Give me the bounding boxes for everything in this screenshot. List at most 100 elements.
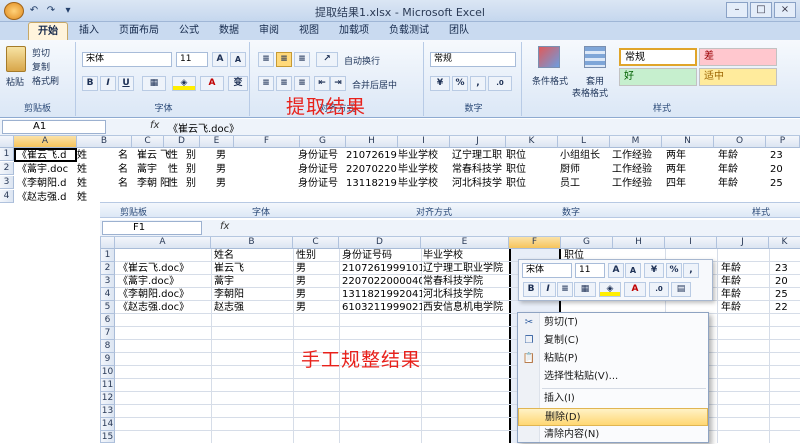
- cell[interactable]: 小组组长: [560, 149, 600, 162]
- cell[interactable]: 男: [216, 163, 226, 176]
- mini-fill-color-icon[interactable]: ◈: [599, 282, 621, 297]
- name-box-top[interactable]: A1: [2, 120, 106, 134]
- col-header[interactable]: E: [200, 136, 234, 148]
- cell[interactable]: 21072619: [346, 149, 398, 162]
- orientation-icon[interactable]: ↗: [316, 52, 338, 67]
- font-color-button[interactable]: A: [200, 76, 224, 91]
- col-header[interactable]: C: [132, 136, 164, 148]
- cell[interactable]: 工作经验: [612, 163, 652, 176]
- col-header[interactable]: D: [164, 136, 200, 148]
- tab-review[interactable]: 审阅: [250, 22, 288, 40]
- row-header[interactable]: 3: [0, 176, 14, 189]
- mini-percent-button[interactable]: %: [666, 263, 682, 278]
- cell[interactable]: 身份证号: [298, 149, 338, 162]
- cell[interactable]: 性: [168, 177, 178, 190]
- row-header[interactable]: 3: [101, 275, 115, 288]
- row-header[interactable]: 4: [101, 288, 115, 301]
- menu-item-copy[interactable]: ❐ 复制(C): [518, 332, 708, 350]
- cell[interactable]: 姓: [77, 177, 87, 190]
- col-header[interactable]: B: [211, 237, 293, 249]
- row-header[interactable]: 9: [101, 353, 115, 366]
- tab-data[interactable]: 数据: [210, 22, 248, 40]
- align-left-icon[interactable]: ≡: [258, 76, 274, 91]
- cell-header[interactable]: 性别: [296, 249, 316, 262]
- cell[interactable]: 河北科技学: [452, 177, 506, 190]
- row-header[interactable]: 1: [101, 249, 115, 262]
- col-header[interactable]: K: [506, 136, 558, 148]
- cell[interactable]: 《赵志强.doc》: [118, 301, 210, 314]
- name-box-bottom[interactable]: F1: [102, 221, 202, 235]
- style-bad[interactable]: 差: [699, 48, 777, 66]
- fx-icon[interactable]: fx: [150, 120, 159, 131]
- cell[interactable]: 《崔云飞.doc》: [118, 262, 210, 275]
- cell[interactable]: 身份证号: [298, 163, 338, 176]
- cell[interactable]: 性: [168, 163, 178, 176]
- cell[interactable]: 蒿宇: [137, 163, 157, 176]
- cell[interactable]: 工作经验: [612, 177, 652, 190]
- col-header[interactable]: I: [665, 237, 717, 249]
- cell[interactable]: 年龄: [718, 163, 738, 176]
- cell[interactable]: 别: [186, 177, 196, 190]
- cell[interactable]: 《蒿宇.doc: [17, 163, 77, 176]
- decrease-indent-icon[interactable]: ⇤: [314, 76, 330, 91]
- mini-shrink-font-button[interactable]: A: [625, 263, 641, 278]
- close-button[interactable]: ×: [774, 2, 796, 18]
- cell[interactable]: 20: [775, 275, 788, 288]
- cell[interactable]: 23: [770, 149, 783, 162]
- font-name-combo[interactable]: 宋体: [82, 52, 172, 67]
- cell[interactable]: 年龄: [721, 288, 741, 301]
- cell[interactable]: 厨师: [560, 163, 580, 176]
- cell[interactable]: 两年: [666, 163, 686, 176]
- cell[interactable]: 工作经验: [612, 149, 652, 162]
- tab-team[interactable]: 团队: [440, 22, 478, 40]
- row-header[interactable]: 15: [101, 431, 115, 443]
- phonetic-button[interactable]: 变: [228, 76, 248, 91]
- cell[interactable]: 职位: [506, 163, 526, 176]
- cell[interactable]: 男: [216, 149, 226, 162]
- tab-page-layout[interactable]: 页面布局: [110, 22, 168, 40]
- row-header[interactable]: 1: [0, 148, 14, 161]
- merge-center-button[interactable]: 合并后居中: [352, 78, 397, 91]
- cell[interactable]: 毕业学校: [398, 177, 438, 190]
- mini-comma-button[interactable]: ,: [683, 263, 699, 278]
- cell[interactable]: 25: [770, 177, 783, 190]
- col-header[interactable]: K: [769, 237, 800, 249]
- style-good[interactable]: 好: [619, 68, 697, 86]
- cell-header[interactable]: 身份证号码: [342, 249, 392, 262]
- row-header[interactable]: 14: [101, 418, 115, 431]
- cell[interactable]: 13118219: [346, 177, 398, 190]
- cell[interactable]: 年龄: [721, 301, 741, 314]
- cell[interactable]: 年龄: [721, 275, 741, 288]
- cell[interactable]: 《蒿宇.doc》: [118, 275, 210, 288]
- row-header[interactable]: 12: [101, 392, 115, 405]
- tab-formulas[interactable]: 公式: [170, 22, 208, 40]
- currency-icon[interactable]: ¥: [430, 76, 450, 91]
- cell[interactable]: 姓: [77, 163, 87, 176]
- cell[interactable]: 男: [216, 177, 226, 190]
- col-header[interactable]: I: [398, 136, 450, 148]
- border-icon[interactable]: ▦: [142, 76, 166, 91]
- row-header[interactable]: 8: [101, 340, 115, 353]
- mini-font-combo[interactable]: 宋体: [522, 263, 572, 278]
- cell[interactable]: 蒿宇: [214, 275, 234, 288]
- cell[interactable]: 名: [118, 163, 128, 176]
- row-header[interactable]: 13: [101, 405, 115, 418]
- col-header[interactable]: H: [613, 237, 665, 249]
- cell[interactable]: 姓: [77, 191, 87, 204]
- align-bottom-icon[interactable]: ≡: [294, 52, 310, 67]
- italic-button[interactable]: I: [100, 76, 116, 91]
- cell[interactable]: 辽宁理工职业学院: [423, 262, 509, 275]
- mini-format-painter-icon[interactable]: ▤: [671, 282, 691, 297]
- cell[interactable]: 辽宁理工职: [452, 149, 506, 162]
- col-header[interactable]: G: [300, 136, 346, 148]
- col-header[interactable]: D: [339, 237, 421, 249]
- cell[interactable]: 20: [770, 163, 783, 176]
- cell[interactable]: 身份证号: [298, 177, 338, 190]
- row-header[interactable]: 11: [101, 379, 115, 392]
- col-header[interactable]: E: [421, 237, 509, 249]
- cell[interactable]: 崔云: [137, 149, 157, 162]
- bold-button[interactable]: B: [82, 76, 98, 91]
- cell[interactable]: 职位: [506, 149, 526, 162]
- col-header[interactable]: A: [14, 136, 77, 148]
- number-format-combo[interactable]: 常规: [430, 52, 516, 67]
